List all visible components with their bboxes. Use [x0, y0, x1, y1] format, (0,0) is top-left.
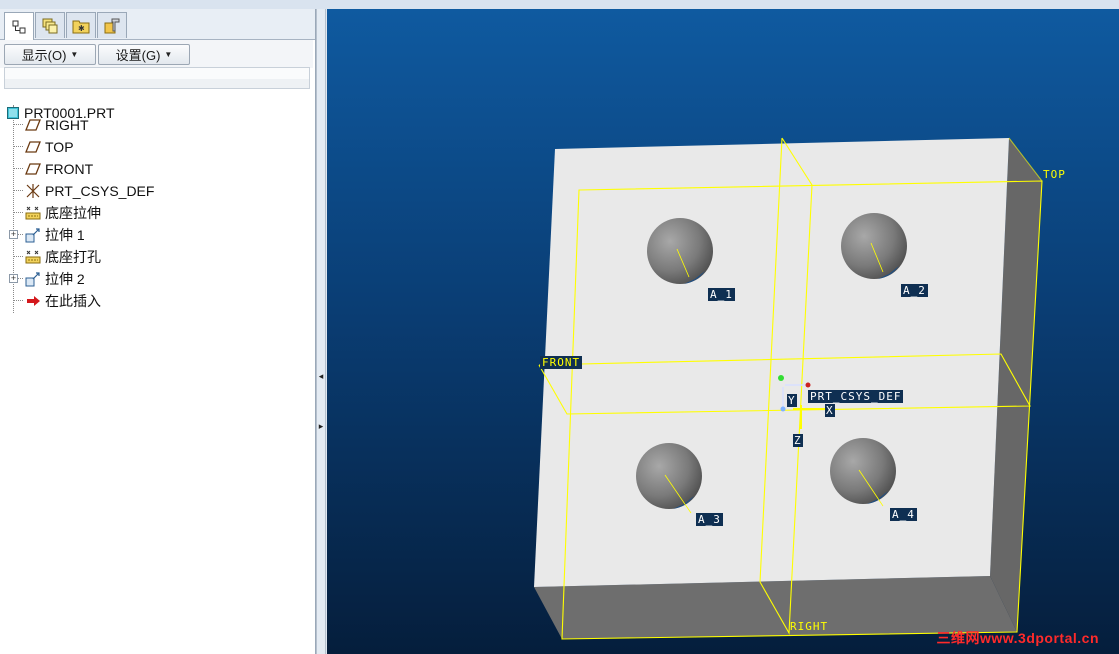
axis-label-a3[interactable]: A_3 [696, 513, 723, 526]
tree-item-label: TOP [45, 139, 74, 155]
settings-dropdown-label: 设置(G) [115, 48, 161, 63]
tree-item-front-plane[interactable]: FRONT [25, 159, 93, 179]
csys-x-axis-label: X [825, 404, 835, 417]
display-dropdown[interactable]: 显示(O) ▼ [4, 44, 96, 65]
hole-a2 [841, 213, 907, 279]
tree-toolbar: 显示(O) ▼ 设置(G) ▼ [0, 40, 313, 68]
panel-splitter[interactable]: ◂ ▸ [316, 9, 326, 654]
expand-toggle[interactable]: + [9, 230, 18, 239]
collapse-left-icon[interactable]: ◂ [317, 371, 325, 382]
extrude-icon [25, 228, 40, 243]
datum-plane-icon [25, 163, 41, 175]
axis-label-a2[interactable]: A_2 [901, 284, 928, 297]
tree-item-label: PRT_CSYS_DEF [45, 183, 155, 199]
datum-plane-icon [25, 141, 41, 153]
graphics-viewport[interactable]: TOP FRONT RIGHT A_1 A_2 A_3 A_4 PRT_CSYS… [327, 9, 1119, 654]
tree-item-base-hole-sketch[interactable]: 底座打孔 [25, 247, 101, 267]
hole-a1 [647, 218, 713, 284]
part-icon [7, 107, 19, 119]
csys-z-axis-label: Z [793, 434, 803, 447]
chevron-down-icon: ▼ [164, 50, 173, 59]
tree-item-label: 拉伸 2 [45, 271, 85, 287]
tree-item-insert-here[interactable]: 在此插入 [25, 291, 101, 311]
csys-label[interactable]: PRT_CSYS_DEF [808, 390, 904, 403]
insert-here-arrow-icon [27, 296, 40, 306]
navigator-panel: ✱ 显示(O) ▼ 设置(G) ▼ PRT0001.PRT RIGHT TOP … [0, 9, 316, 654]
expand-right-icon[interactable]: ▸ [317, 421, 325, 432]
csys-y-axis-label: Y [787, 394, 797, 407]
top-plane-label[interactable]: TOP [1043, 168, 1066, 181]
tab-layers[interactable] [35, 12, 65, 38]
tree-item-label: RIGHT [45, 117, 89, 133]
model-3d-view [534, 137, 1043, 640]
svg-text:✱: ✱ [78, 24, 85, 33]
sketch-feature-icon [25, 206, 41, 220]
tree-item-label: 拉伸 1 [45, 227, 85, 243]
tree-item-top-plane[interactable]: TOP [25, 137, 74, 157]
tree-item-label: FRONT [45, 161, 94, 177]
tab-favorites[interactable]: ✱ [66, 12, 96, 38]
tree-item-extrude-2[interactable]: 拉伸 2 [25, 269, 85, 289]
window-top-strip [0, 0, 1119, 9]
right-plane-label[interactable]: RIGHT [790, 620, 828, 633]
model-tree: PRT0001.PRT RIGHT TOP FRONT PRT_CSYS_DEF… [0, 93, 313, 393]
expand-toggle[interactable]: + [9, 274, 18, 283]
tree-item-label: 底座打孔 [45, 249, 101, 265]
tree-filter-field[interactable] [4, 67, 310, 89]
datum-plane-icon [25, 119, 41, 131]
tools-icon [104, 18, 120, 33]
display-dropdown-label: 显示(O) [21, 48, 67, 63]
tree-item-base-extrude-sketch[interactable]: 底座拉伸 [25, 203, 101, 223]
site-watermark: 三维网www.3dportal.cn [936, 630, 1099, 646]
favorites-folder-icon: ✱ [72, 20, 90, 33]
tree-item-right-plane[interactable]: RIGHT [25, 115, 89, 135]
coordinate-system-icon [26, 184, 40, 198]
tree-item-label: 底座拉伸 [45, 205, 101, 221]
axis-label-a1[interactable]: A_1 [708, 288, 735, 301]
front-plane-label[interactable]: FRONT [540, 356, 583, 369]
extrude-icon [25, 272, 40, 287]
sketch-feature-icon [25, 250, 41, 264]
layers-icon [42, 18, 58, 33]
tree-item-label: 在此插入 [45, 293, 101, 309]
model-tree-icon [12, 20, 26, 33]
axis-label-a4[interactable]: A_4 [890, 508, 917, 521]
tree-item-csys[interactable]: PRT_CSYS_DEF [25, 181, 154, 201]
tab-tools[interactable] [97, 12, 127, 38]
navigator-tabs: ✱ [0, 9, 315, 40]
chevron-down-icon: ▼ [70, 50, 79, 59]
settings-dropdown[interactable]: 设置(G) ▼ [98, 44, 190, 65]
part-top-face [534, 138, 1009, 587]
tree-item-extrude-1[interactable]: 拉伸 1 [25, 225, 85, 245]
tab-model-tree[interactable] [4, 12, 34, 40]
